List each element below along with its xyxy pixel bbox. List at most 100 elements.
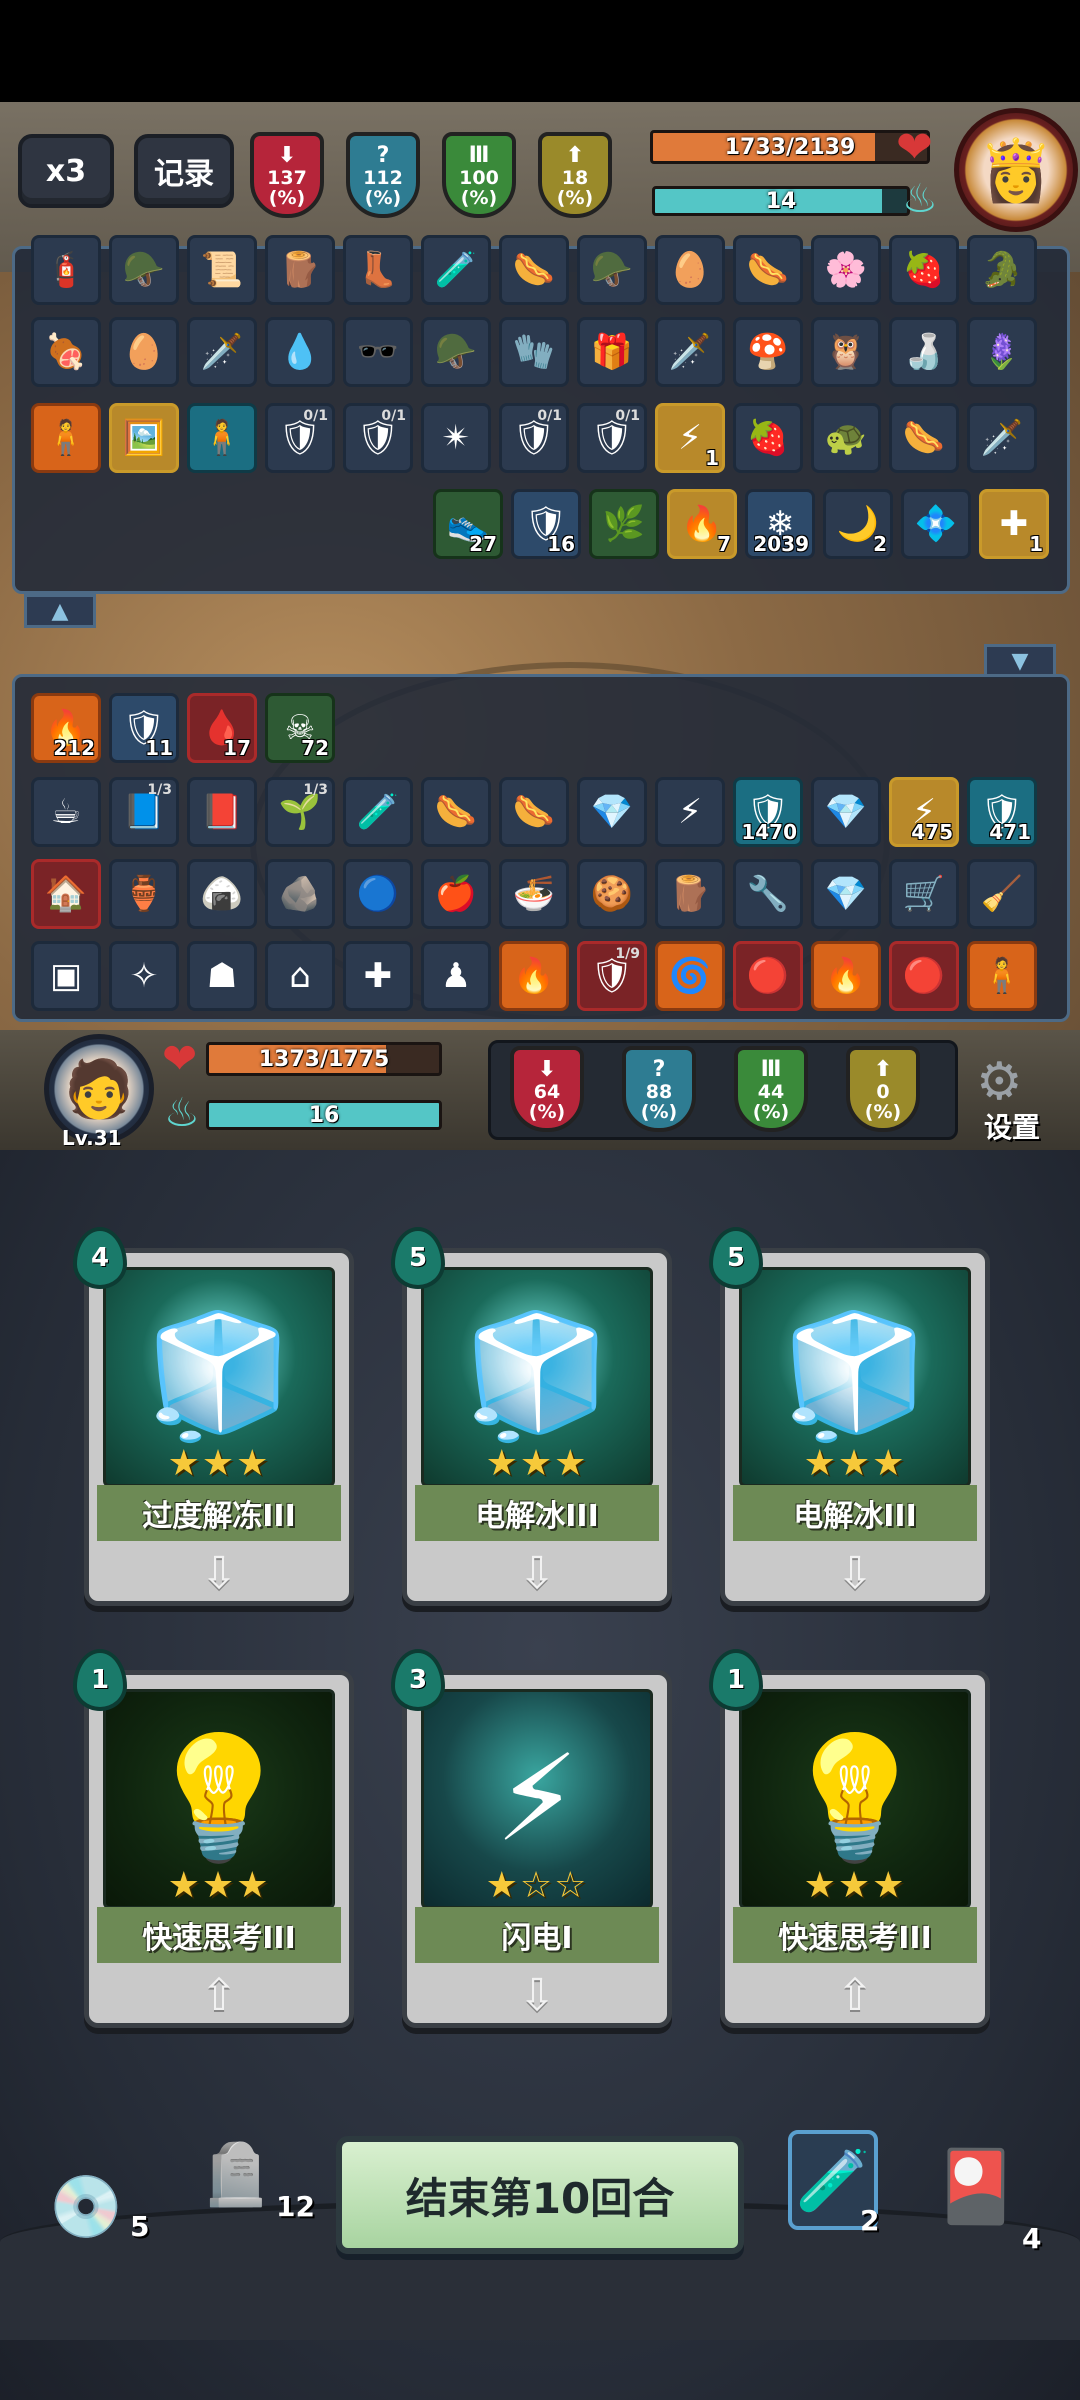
item-slot[interactable]: 📕 — [187, 777, 257, 847]
record-button[interactable]: 记录 — [134, 134, 234, 208]
item-slot[interactable]: 🍪 — [577, 859, 647, 929]
skill-card[interactable]: 💡 ★★★ 快速思考III ⇧ 1 — [73, 1649, 354, 2028]
item-slot[interactable]: ♟ — [421, 941, 491, 1011]
item-slot[interactable]: 🎁 — [577, 317, 647, 387]
item-slot[interactable]: 🥚 — [109, 317, 179, 387]
skill-card[interactable]: 🧊 ★★★ 电解冰III ⇩ 5 — [709, 1227, 990, 1606]
item-slot[interactable]: 🧍 — [31, 403, 101, 473]
item-slot[interactable]: 💎 — [577, 777, 647, 847]
item-slot[interactable]: 🍓 — [889, 235, 959, 305]
item-slot[interactable]: 🧹 — [967, 859, 1037, 929]
item-slot[interactable]: ⚡ — [655, 777, 725, 847]
item-slot[interactable]: 💧 — [265, 317, 335, 387]
item-slot[interactable]: 🛡 1470 — [733, 777, 803, 847]
item-slot[interactable]: ☠ 72 — [265, 693, 335, 763]
item-slot[interactable]: 🔥 7 — [667, 489, 737, 559]
item-slot[interactable]: 🪨 — [265, 859, 335, 929]
item-slot[interactable]: 🌭 — [499, 777, 569, 847]
item-slot[interactable]: 🍓 — [733, 403, 803, 473]
item-slot[interactable]: 🔥 212 — [31, 693, 101, 763]
gear-icon[interactable]: ⚙ — [976, 1052, 1023, 1112]
item-slot[interactable]: 🛡 1/9 — [577, 941, 647, 1011]
item-slot[interactable]: 🛒 — [889, 859, 959, 929]
item-slot[interactable]: 🛡 0/1 — [577, 403, 647, 473]
item-slot[interactable]: 🛡 11 — [109, 693, 179, 763]
item-slot[interactable]: 🌸 — [811, 235, 881, 305]
item-slot[interactable]: 🏠 — [31, 859, 101, 929]
item-slot[interactable]: ❄ 2039 — [745, 489, 815, 559]
end-turn-button[interactable]: 结束第10回合 — [336, 2136, 744, 2254]
item-slot[interactable]: 👟 27 — [433, 489, 503, 559]
item-slot[interactable]: ☗ — [187, 941, 257, 1011]
item-slot[interactable]: 🔴 — [733, 941, 803, 1011]
item-slot[interactable]: 🖼️ — [109, 403, 179, 473]
item-slot[interactable]: 🌙 2 — [823, 489, 893, 559]
item-slot[interactable]: 🧯 — [31, 235, 101, 305]
item-slot[interactable]: 🔥 — [811, 941, 881, 1011]
item-slot[interactable]: 🛡 16 — [511, 489, 581, 559]
item-slot[interactable]: 🪻 — [967, 317, 1037, 387]
item-slot[interactable]: 💎 — [811, 777, 881, 847]
item-slot[interactable]: 🛡 471 — [967, 777, 1037, 847]
player-stat-1[interactable]: ? 88 (%) — [622, 1046, 696, 1132]
item-slot[interactable]: 🧪 — [343, 777, 413, 847]
item-slot[interactable]: 🛡 0/1 — [499, 403, 569, 473]
item-slot[interactable]: ✚ — [343, 941, 413, 1011]
item-slot[interactable]: ⚡ 475 — [889, 777, 959, 847]
item-slot[interactable]: 🌭 — [499, 235, 569, 305]
item-slot[interactable]: 🌱 1/3 — [265, 777, 335, 847]
enemy-stat-3[interactable]: ⬆ 18 (%) — [538, 132, 612, 218]
item-slot[interactable]: 🕶️ — [343, 317, 413, 387]
item-slot[interactable]: 🩸 17 — [187, 693, 257, 763]
item-slot[interactable]: 🪵 — [265, 235, 335, 305]
settings-label[interactable]: 设置 — [984, 1106, 1040, 1146]
item-slot[interactable]: 🗡️ — [655, 317, 725, 387]
item-slot[interactable]: ⚡ 1 — [655, 403, 725, 473]
item-slot[interactable]: 🪖 — [109, 235, 179, 305]
collapse-player-panel-button[interactable]: ▼ — [984, 644, 1056, 678]
enemy-avatar[interactable]: 👸 — [954, 108, 1078, 232]
item-slot[interactable]: 🐊 — [967, 235, 1037, 305]
item-slot[interactable]: 🌭 — [733, 235, 803, 305]
item-slot[interactable]: 🪖 — [577, 235, 647, 305]
discard-pile-icon[interactable]: 🎴 — [930, 2140, 1022, 2232]
skill-card[interactable]: 💡 ★★★ 快速思考III ⇧ 1 — [709, 1649, 990, 2028]
item-slot[interactable]: ⌂ — [265, 941, 335, 1011]
item-slot[interactable]: 🧤 — [499, 317, 569, 387]
item-slot[interactable]: 💠 — [901, 489, 971, 559]
item-slot[interactable]: ☕ — [31, 777, 101, 847]
item-slot[interactable]: 📘 1/3 — [109, 777, 179, 847]
item-slot[interactable]: 🌭 — [889, 403, 959, 473]
item-slot[interactable]: 🍶 — [889, 317, 959, 387]
item-slot[interactable]: 🍎 — [421, 859, 491, 929]
item-slot[interactable]: 🔵 — [343, 859, 413, 929]
item-slot[interactable]: ✴ — [421, 403, 491, 473]
item-slot[interactable]: 🧍 — [187, 403, 257, 473]
item-slot[interactable]: 🌭 — [421, 777, 491, 847]
player-stat-0[interactable]: ⬇ 64 (%) — [510, 1046, 584, 1132]
item-slot[interactable]: 🥚 — [655, 235, 725, 305]
speed-button[interactable]: x3 — [18, 134, 114, 208]
item-slot[interactable]: 🌀 — [655, 941, 725, 1011]
item-slot[interactable]: 🧍 — [967, 941, 1037, 1011]
item-slot[interactable]: 🛡 0/1 — [343, 403, 413, 473]
item-slot[interactable]: ✚ 1 — [979, 489, 1049, 559]
draw-pile-icon[interactable]: 💿 — [40, 2160, 132, 2252]
player-stat-3[interactable]: ⬆ 0 (%) — [846, 1046, 920, 1132]
item-slot[interactable]: 🧪 — [421, 235, 491, 305]
item-slot[interactable]: 🍄 — [733, 317, 803, 387]
enemy-stat-0[interactable]: ⬇ 137 (%) — [250, 132, 324, 218]
enemy-stat-1[interactable]: ? 112 (%) — [346, 132, 420, 218]
item-slot[interactable]: 🌿 — [589, 489, 659, 559]
item-slot[interactable]: 📜 — [187, 235, 257, 305]
collapse-enemy-panel-button[interactable]: ▲ — [24, 594, 96, 628]
item-slot[interactable]: 🪵 — [655, 859, 725, 929]
item-slot[interactable]: 👢 — [343, 235, 413, 305]
item-slot[interactable]: ✧ — [109, 941, 179, 1011]
item-slot[interactable]: 🔴 — [889, 941, 959, 1011]
item-slot[interactable]: 🐢 — [811, 403, 881, 473]
item-slot[interactable]: 🍖 — [31, 317, 101, 387]
player-stat-2[interactable]: Ⅲ 44 (%) — [734, 1046, 808, 1132]
item-slot[interactable]: ▣ — [31, 941, 101, 1011]
skill-card[interactable]: ⚡ ★☆☆ 闪电I ⇩ 3 — [391, 1649, 672, 2028]
